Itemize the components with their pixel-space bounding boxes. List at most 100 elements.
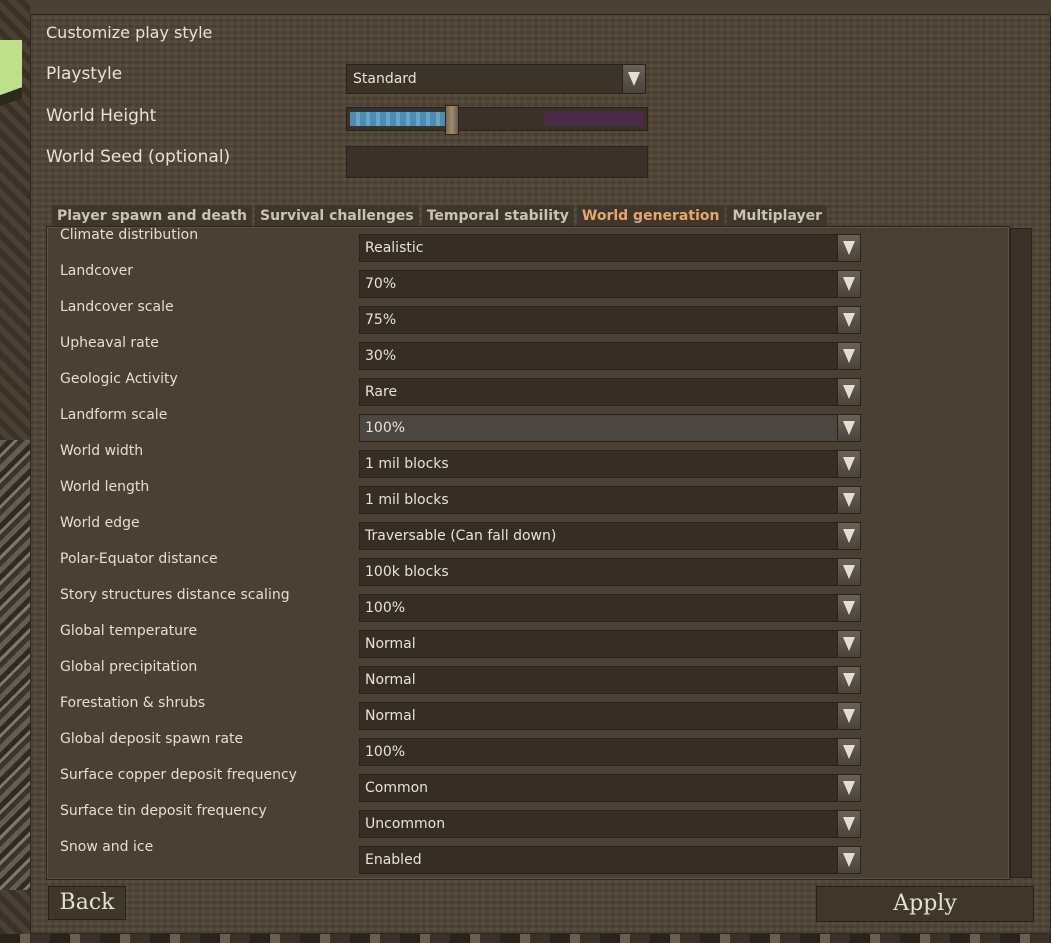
setting-row: World length 1 mil blocks [47, 479, 1009, 515]
tab-survival-challenges[interactable]: Survival challenges [254, 205, 419, 227]
setting-value: 75% [365, 312, 397, 328]
world-height-label: World Height [46, 106, 157, 126]
setting-select[interactable]: 30% [359, 342, 861, 370]
setting-label: World width [60, 443, 144, 459]
back-button[interactable]: Back [48, 886, 126, 920]
setting-row: Global temperature Normal [47, 623, 1009, 659]
customize-playstyle-dialog: Customize play style Playstyle Standard … [30, 14, 1051, 934]
slider-track-end [544, 112, 644, 126]
chevron-down-icon[interactable] [837, 379, 860, 405]
setting-value: 30% [365, 348, 397, 364]
settings-tabs: Player spawn and death Survival challenge… [52, 205, 828, 227]
setting-label: Global precipitation [60, 659, 198, 675]
setting-value: 1 mil blocks [365, 492, 449, 508]
chevron-down-icon[interactable] [837, 343, 860, 369]
setting-value: Traversable (Can fall down) [365, 528, 557, 544]
settings-panel: Climate distribution Realistic Landcover 70… [46, 226, 1010, 880]
setting-value: Normal [365, 636, 416, 652]
setting-value: 100% [365, 420, 406, 436]
setting-row: Geologic Activity Rare [47, 371, 1009, 407]
setting-select[interactable]: 100% [359, 414, 861, 442]
setting-select[interactable]: 100% [359, 738, 861, 766]
setting-row: Climate distribution Realistic [47, 227, 1009, 263]
setting-select[interactable]: Normal [359, 702, 861, 730]
setting-row: Forestation & shrubs Normal [47, 695, 1009, 731]
setting-row: Global deposit spawn rate 100% [47, 731, 1009, 767]
dialog-title: Customize play style [46, 23, 213, 42]
chevron-down-icon[interactable] [837, 271, 860, 297]
tab-world-generation[interactable]: World generation [576, 205, 725, 227]
chevron-down-icon[interactable] [837, 415, 860, 441]
setting-label: Landcover [60, 263, 134, 279]
setting-row: Story structures distance scaling 100% [47, 587, 1009, 623]
setting-select[interactable]: Traversable (Can fall down) [359, 522, 861, 550]
setting-select[interactable]: 1 mil blocks [359, 450, 861, 478]
setting-value: Normal [365, 672, 416, 688]
chevron-down-icon[interactable] [622, 65, 645, 93]
setting-label: Climate distribution [60, 227, 199, 243]
chevron-down-icon[interactable] [837, 631, 860, 657]
chevron-down-icon[interactable] [837, 595, 860, 621]
chevron-down-icon[interactable] [837, 451, 860, 477]
setting-row: Landform scale 100% [47, 407, 1009, 443]
background-bottom [0, 934, 1051, 943]
setting-value: Rare [365, 384, 398, 400]
world-seed-input[interactable] [346, 146, 648, 178]
chevron-down-icon[interactable] [837, 559, 860, 585]
apply-button[interactable]: Apply [816, 886, 1034, 922]
chevron-down-icon[interactable] [837, 703, 860, 729]
tab-temporal-stability[interactable]: Temporal stability [421, 205, 574, 227]
setting-label: Landform scale [60, 407, 168, 423]
setting-value: Uncommon [365, 816, 446, 832]
chevron-down-icon[interactable] [837, 775, 860, 801]
setting-label: World edge [60, 515, 140, 531]
setting-select[interactable]: Realistic [359, 234, 861, 262]
chevron-down-icon[interactable] [837, 307, 860, 333]
world-height-slider[interactable] [346, 105, 648, 135]
setting-row: Snow and ice Enabled [47, 839, 1009, 875]
chevron-down-icon[interactable] [837, 487, 860, 513]
playstyle-label: Playstyle [46, 64, 123, 84]
chevron-down-icon[interactable] [837, 847, 860, 873]
setting-select[interactable]: 100k blocks [359, 558, 861, 586]
setting-value: 1 mil blocks [365, 456, 449, 472]
setting-label: Global deposit spawn rate [60, 731, 244, 747]
background-world [0, 0, 30, 943]
setting-select[interactable]: Normal [359, 666, 861, 694]
chevron-down-icon[interactable] [837, 811, 860, 837]
setting-select[interactable]: Common [359, 774, 861, 802]
setting-label: Surface copper deposit frequency [60, 767, 297, 783]
setting-select[interactable]: 1 mil blocks [359, 486, 861, 514]
setting-row: Landcover 70% [47, 263, 1009, 299]
setting-row: Surface copper deposit frequency Common [47, 767, 1009, 803]
setting-label: Snow and ice [60, 839, 154, 855]
setting-value: 100k blocks [365, 564, 449, 580]
setting-row: Surface tin deposit frequency Uncommon [47, 803, 1009, 839]
tab-player-spawn-and-death[interactable]: Player spawn and death [52, 205, 252, 227]
chevron-down-icon[interactable] [837, 739, 860, 765]
chevron-down-icon[interactable] [837, 667, 860, 693]
chevron-down-icon[interactable] [837, 523, 860, 549]
playstyle-select[interactable]: Standard [346, 64, 646, 94]
setting-row: Upheaval rate 30% [47, 335, 1009, 371]
setting-label: Polar-Equator distance [60, 551, 218, 567]
setting-select[interactable]: Enabled [359, 846, 861, 874]
world-seed-label: World Seed (optional) [46, 147, 231, 167]
settings-scrollbar[interactable] [1010, 228, 1032, 878]
chevron-down-icon[interactable] [837, 235, 860, 261]
setting-row: World width 1 mil blocks [47, 443, 1009, 479]
setting-label: Story structures distance scaling [60, 587, 290, 603]
setting-select[interactable]: Rare [359, 378, 861, 406]
setting-select[interactable]: 100% [359, 594, 861, 622]
background-grass [0, 40, 22, 170]
slider-thumb[interactable] [445, 105, 459, 135]
setting-select[interactable]: 70% [359, 270, 861, 298]
setting-select[interactable]: Normal [359, 630, 861, 658]
setting-select[interactable]: 75% [359, 306, 861, 334]
setting-value: 70% [365, 276, 397, 292]
setting-value: 100% [365, 744, 406, 760]
tab-multiplayer[interactable]: Multiplayer [727, 205, 828, 227]
setting-value: Common [365, 780, 429, 796]
setting-select[interactable]: Uncommon [359, 810, 861, 838]
slider-fill [350, 112, 445, 126]
